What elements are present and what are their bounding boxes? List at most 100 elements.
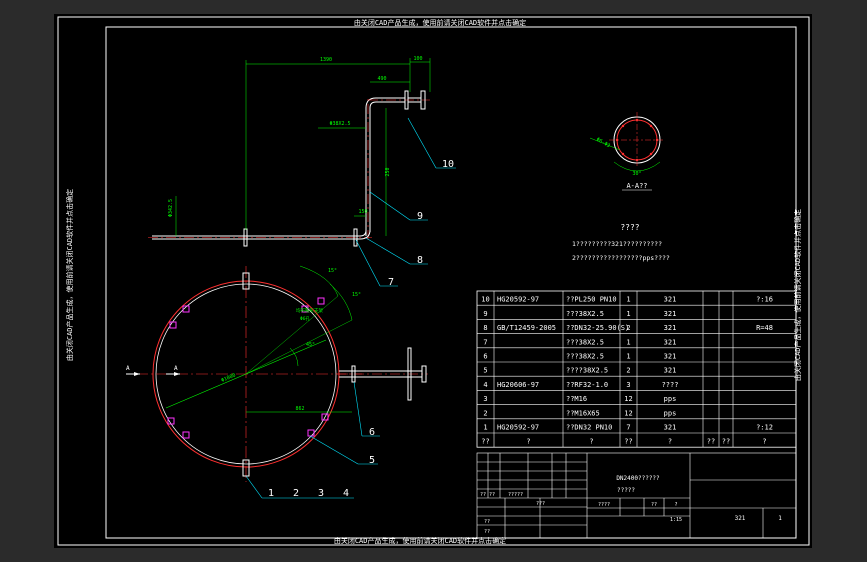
- bom-row-9-mat: 321: [664, 310, 677, 318]
- dim-left: Φ342.5: [168, 199, 174, 217]
- bom-row-8-std: GB/T12459-2005: [497, 324, 556, 332]
- bom-row-3-mat: pps: [664, 395, 677, 403]
- tb-row-a: ?? ??: [480, 492, 495, 498]
- section-marker-right: A: [174, 365, 178, 372]
- bom-row-10-std: HG20592-97: [497, 296, 539, 304]
- callout-1: 1: [268, 488, 274, 499]
- drawing-name: DN2400??????: [616, 475, 660, 482]
- hole-note-1: 均布鞍形支架: [296, 307, 323, 314]
- bom-row-8-qty: 2: [626, 324, 630, 332]
- bom-row-10-qty: 1: [626, 296, 630, 304]
- dim-angle-1: 15°: [328, 268, 337, 274]
- callout-6: 6: [369, 427, 375, 438]
- model-space: [54, 14, 812, 548]
- dim-angle-3: 45°: [306, 342, 315, 348]
- bom-row-3-no: 3: [483, 395, 487, 403]
- bom-row-1-qty: 7: [626, 424, 630, 432]
- bom-row-7-no: 7: [483, 338, 487, 346]
- bom-row-10-mat: 321: [664, 296, 677, 304]
- bom-row-2-qty: 12: [624, 409, 632, 417]
- bom-row-7-mat: 321: [664, 338, 677, 346]
- section-dim-angle: 30°: [632, 171, 641, 177]
- bom-row-5-name: ????38X2.5: [566, 367, 608, 375]
- bom-row-1-rem: ?:12: [756, 424, 773, 432]
- bom-row-3-qty: 12: [624, 395, 632, 403]
- callout-7: 7: [388, 277, 394, 288]
- tb-c1: ????: [598, 502, 610, 508]
- tb-row-d: ??: [484, 519, 490, 525]
- notes-title: ????: [620, 223, 639, 232]
- bom-row-9-no: 9: [483, 310, 487, 318]
- bom-row-6-no: 6: [483, 353, 487, 361]
- tb-row-c: ???: [536, 501, 545, 507]
- bom-header-qty: ??: [624, 438, 632, 446]
- watermark-top: 由关闭CAD产品生成，使用前请关闭CAD软件并点击确定: [354, 18, 526, 27]
- bom-row-6-name: ???38X2.5: [566, 353, 604, 361]
- bom-row-8-mat: 321: [664, 324, 677, 332]
- dim-vert: 250: [385, 167, 391, 176]
- watermark-bottom: 由关闭CAD产品生成，使用前请关闭CAD软件并点击确定: [334, 536, 506, 545]
- bom-row-2-no: 2: [483, 409, 487, 417]
- dim-len-top2: 100: [413, 56, 422, 62]
- dim-dia-label: Φ38X2.5: [329, 121, 350, 127]
- bom-row-4-qty: 3: [626, 381, 630, 389]
- bom-row-8-name: ??DN32-25.90(S): [566, 324, 629, 332]
- section-label: A-A??: [626, 182, 647, 190]
- bom-row-10-name: ??PL250 PN10: [566, 296, 617, 304]
- tb-material: 321: [735, 515, 746, 522]
- section-marker-left: A: [126, 365, 130, 372]
- bom-row-2-mat: pps: [664, 409, 677, 417]
- bom-row-6-mat: 321: [664, 353, 677, 361]
- bom-header-name: ?: [589, 438, 593, 446]
- bom-row-3-name: ??M16: [566, 395, 587, 403]
- cad-drawing-canvas: 由关闭CAD产品生成，使用前请关闭CAD软件并点击确定 由关闭CAD产品生成，使…: [0, 0, 867, 562]
- bom-row-10-no: 10: [481, 296, 489, 304]
- bom-row-4-no: 4: [483, 381, 487, 389]
- bom-row-5-qty: 2: [626, 367, 630, 375]
- callout-4: 4: [343, 488, 349, 499]
- bom-header-mat: ?: [668, 438, 672, 446]
- bom-header-w2: ??: [722, 438, 730, 446]
- bom-row-4-std: HG20606-97: [497, 381, 539, 389]
- callout-5: 5: [369, 455, 375, 466]
- bom-row-5-no: 5: [483, 367, 487, 375]
- bom-row-7-qty: 1: [626, 338, 630, 346]
- bom-row-8-no: 8: [483, 324, 487, 332]
- bom-row-4-name: ??RF32-1.0: [566, 381, 608, 389]
- bom-row-1-no: 1: [483, 424, 487, 432]
- bom-row-10-rem: ?:16: [756, 296, 773, 304]
- callout-10: 10: [442, 159, 454, 170]
- bom-row-9-qty: 1: [626, 310, 630, 318]
- callout-3: 3: [318, 488, 324, 499]
- callout-8: 8: [417, 255, 423, 266]
- bom-row-7-name: ???38X2.5: [566, 338, 604, 346]
- tb-sheet: 1: [778, 515, 782, 522]
- tb-row-b: ?????: [508, 492, 523, 498]
- watermark-right: 由关闭CAD产品生成，使用前请关闭CAD软件并点击确定: [793, 209, 802, 381]
- notes-line-2: 2?????????????????pps????: [572, 254, 670, 262]
- callout-2: 2: [293, 488, 299, 499]
- bom-header-rem: ?: [762, 438, 766, 446]
- dim-offset: 862: [295, 406, 304, 412]
- dim-small: 150: [358, 209, 367, 215]
- bom-row-1-name: ??DN32 PN10: [566, 424, 612, 432]
- dim-len-top: 1390: [320, 57, 332, 63]
- tb-row-e: ??: [484, 529, 490, 535]
- bom-row-8-rem: R=48: [756, 324, 773, 332]
- bom-row-6-qty: 1: [626, 353, 630, 361]
- hole-note-2: Φ6孔: [300, 315, 310, 322]
- bom-row-2-name: ??M16X65: [566, 409, 600, 417]
- bom-row-4-mat: ????: [662, 381, 679, 389]
- bom-row-1-mat: 321: [664, 424, 677, 432]
- dim-angle-2: 15°: [352, 292, 361, 298]
- bom-row-1-std: HG20592-97: [497, 424, 539, 432]
- notes-line-1: 1?????????321??????????: [572, 240, 662, 248]
- watermark-left: 由关闭CAD产品生成，使用前请关闭CAD软件并点击确定: [65, 189, 74, 361]
- bom-header-std: ?: [526, 438, 530, 446]
- bom-header-w1: ??: [707, 438, 715, 446]
- drawing-subname: ?????: [617, 487, 635, 494]
- bom-row-5-mat: 321: [664, 367, 677, 375]
- bom-row-9-name: ???38X2.5: [566, 310, 604, 318]
- tb-scale: 1:15: [670, 517, 682, 523]
- callout-9: 9: [417, 211, 423, 222]
